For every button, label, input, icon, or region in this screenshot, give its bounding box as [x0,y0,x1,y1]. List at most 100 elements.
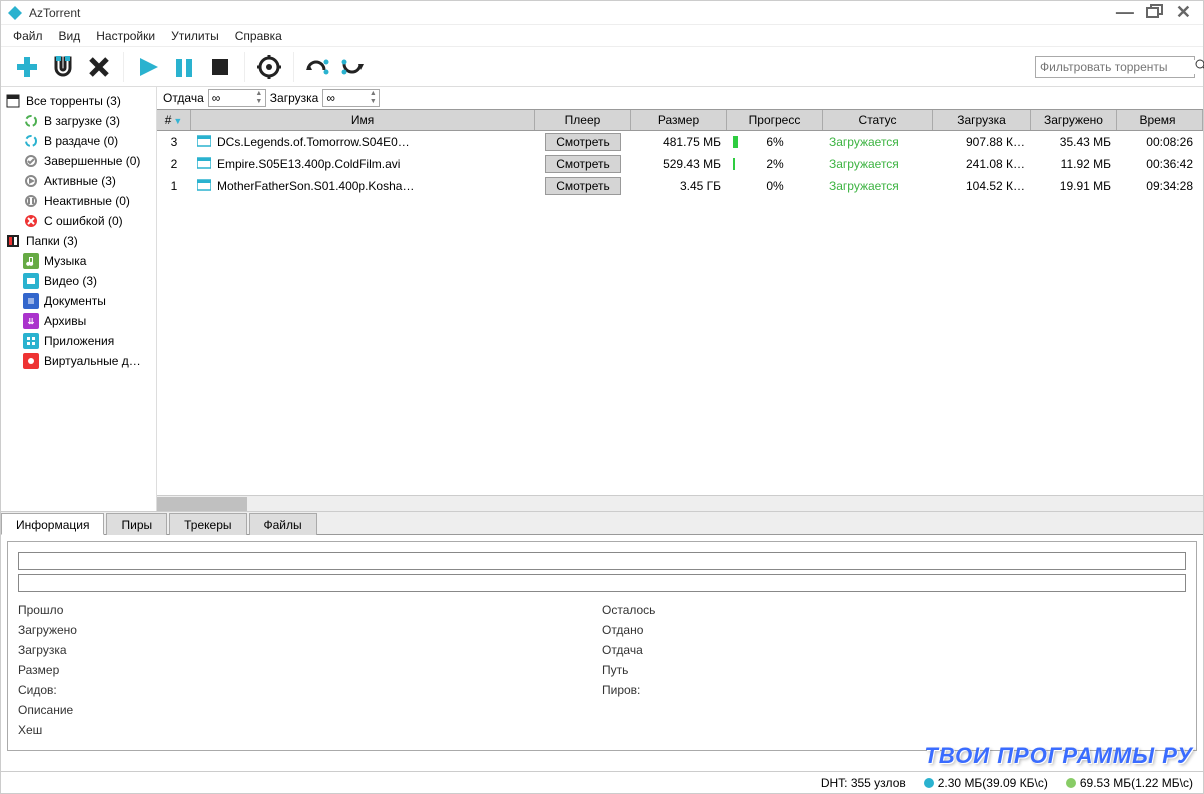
info-label: Хеш [18,720,602,740]
sidebar-all-torrents[interactable]: Все торренты (3) [1,91,156,111]
sidebar-music[interactable]: Музыка [1,251,156,271]
watch-button[interactable]: Смотреть [545,133,621,151]
cell-name: Empire.S05E13.400p.ColdFilm.avi [191,155,535,174]
delete-button[interactable] [81,50,117,84]
status-dht: DHT: 355 узлов [821,776,906,790]
table-row[interactable]: 2Empire.S05E13.400p.ColdFilm.aviСмотреть… [157,153,1203,175]
col-progress[interactable]: Прогресс [727,110,823,130]
col-time[interactable]: Время [1117,110,1203,130]
apps-icon [23,333,39,349]
cell-status: Загружается [823,155,933,173]
cell-player: Смотреть [535,153,631,175]
play-button[interactable] [130,50,166,84]
sidebar-completed[interactable]: Завершенные (0) [1,151,156,171]
cell-name: DCs.Legends.of.Tomorrow.S04E0… [191,133,535,152]
cell-status: Загружается [823,177,933,195]
cell-num: 1 [157,177,191,195]
sidebar-video[interactable]: Видео (3) [1,271,156,291]
close-button[interactable]: ✕ [1170,2,1197,23]
horizontal-scrollbar[interactable] [157,495,1203,511]
menu-view[interactable]: Вид [51,26,89,46]
downloading-icon [23,113,39,129]
sidebar-error[interactable]: С ошибкой (0) [1,211,156,231]
move-up-button[interactable] [300,50,336,84]
cell-size: 529.43 МБ [631,155,727,173]
cell-loaded: 11.92 МБ [1031,155,1117,173]
sidebar-apps[interactable]: Приложения [1,331,156,351]
sidebar-seeding[interactable]: В раздаче (0) [1,131,156,151]
info-label: Описание [18,700,602,720]
menu-utils[interactable]: Утилиты [163,26,227,46]
progress-bar-1 [18,552,1186,570]
tab-peers[interactable]: Пиры [106,513,167,535]
sidebar-downloading[interactable]: В загрузке (3) [1,111,156,131]
pause-button[interactable] [166,50,202,84]
content-area: Отдача ∞▲▼ Загрузка ∞▲▼ #▼ Имя Плеер Раз… [157,87,1203,511]
upload-limit-input[interactable]: ∞▲▼ [208,89,266,107]
main-area: Все торренты (3) В загрузке (3) В раздач… [1,87,1203,511]
table-header: #▼ Имя Плеер Размер Прогресс Статус Загр… [157,109,1203,131]
upload-label: Отдача [163,91,204,105]
col-num[interactable]: #▼ [157,110,191,130]
video-file-icon [197,135,211,150]
cell-progress: 6% [727,132,823,152]
download-limit-input[interactable]: ∞▲▼ [322,89,380,107]
watch-button[interactable]: Смотреть [545,155,621,173]
info-label: Сидов: [18,680,602,700]
table-row[interactable]: 3DCs.Legends.of.Tomorrow.S04E0…Смотреть4… [157,131,1203,153]
vd-icon [23,353,39,369]
info-label: Прошло [18,600,602,620]
table-row[interactable]: 1MotherFatherSon.S01.400p.Kosha…Смотреть… [157,175,1203,197]
inactive-icon [23,193,39,209]
sidebar: Все торренты (3) В загрузке (3) В раздач… [1,87,157,511]
docs-icon [23,293,39,309]
sidebar-inactive[interactable]: Неактивные (0) [1,191,156,211]
col-download[interactable]: Загрузка [933,110,1031,130]
download-label: Загрузка [270,91,319,105]
cell-status: Загружается [823,133,933,151]
cell-size: 481.75 МБ [631,133,727,151]
menu-help[interactable]: Справка [227,26,290,46]
col-size[interactable]: Размер [631,110,727,130]
cell-player: Смотреть [535,131,631,153]
tab-files[interactable]: Файлы [249,513,317,535]
menu-settings[interactable]: Настройки [88,26,163,46]
col-name[interactable]: Имя [191,110,535,130]
info-label: Отдача [602,640,1186,660]
seeding-icon [23,133,39,149]
speed-limits-bar: Отдача ∞▲▼ Загрузка ∞▲▼ [157,87,1203,109]
menu-file[interactable]: Файл [5,26,51,46]
minimize-button[interactable]: — [1110,2,1140,23]
cell-player: Смотреть [535,175,631,197]
filter-input[interactable] [1040,60,1195,74]
cell-progress: 0% [727,176,823,196]
video-icon [23,273,39,289]
sidebar-docs[interactable]: Документы [1,291,156,311]
info-label: Отдано [602,620,1186,640]
magnet-button[interactable] [45,50,81,84]
add-button[interactable] [9,50,45,84]
tab-trackers[interactable]: Трекеры [169,513,246,535]
cell-size: 3.45 ГБ [631,177,727,195]
move-down-button[interactable] [336,50,372,84]
tab-info[interactable]: Информация [1,513,104,535]
watch-button[interactable]: Смотреть [545,177,621,195]
sidebar-active[interactable]: Активные (3) [1,171,156,191]
col-player[interactable]: Плеер [535,110,631,130]
music-icon [23,253,39,269]
sidebar-folders[interactable]: Папки (3) [1,231,156,251]
video-file-icon [197,179,211,194]
sidebar-vd[interactable]: Виртуальные д… [1,351,156,371]
status-upload: 69.53 МБ(1.22 МБ\с) [1066,776,1193,790]
col-loaded[interactable]: Загружено [1031,110,1117,130]
col-status[interactable]: Статус [823,110,933,130]
cell-loaded: 19.91 МБ [1031,177,1117,195]
sidebar-archives[interactable]: ⇊Архивы [1,311,156,331]
settings-button[interactable] [251,50,287,84]
filter-wrapper [1035,56,1195,78]
progress-bar-2 [18,574,1186,592]
maximize-button[interactable] [1140,2,1170,23]
stop-button[interactable] [202,50,238,84]
folders-icon [5,233,21,249]
sidebar-all-label: Все торренты (3) [26,94,121,108]
